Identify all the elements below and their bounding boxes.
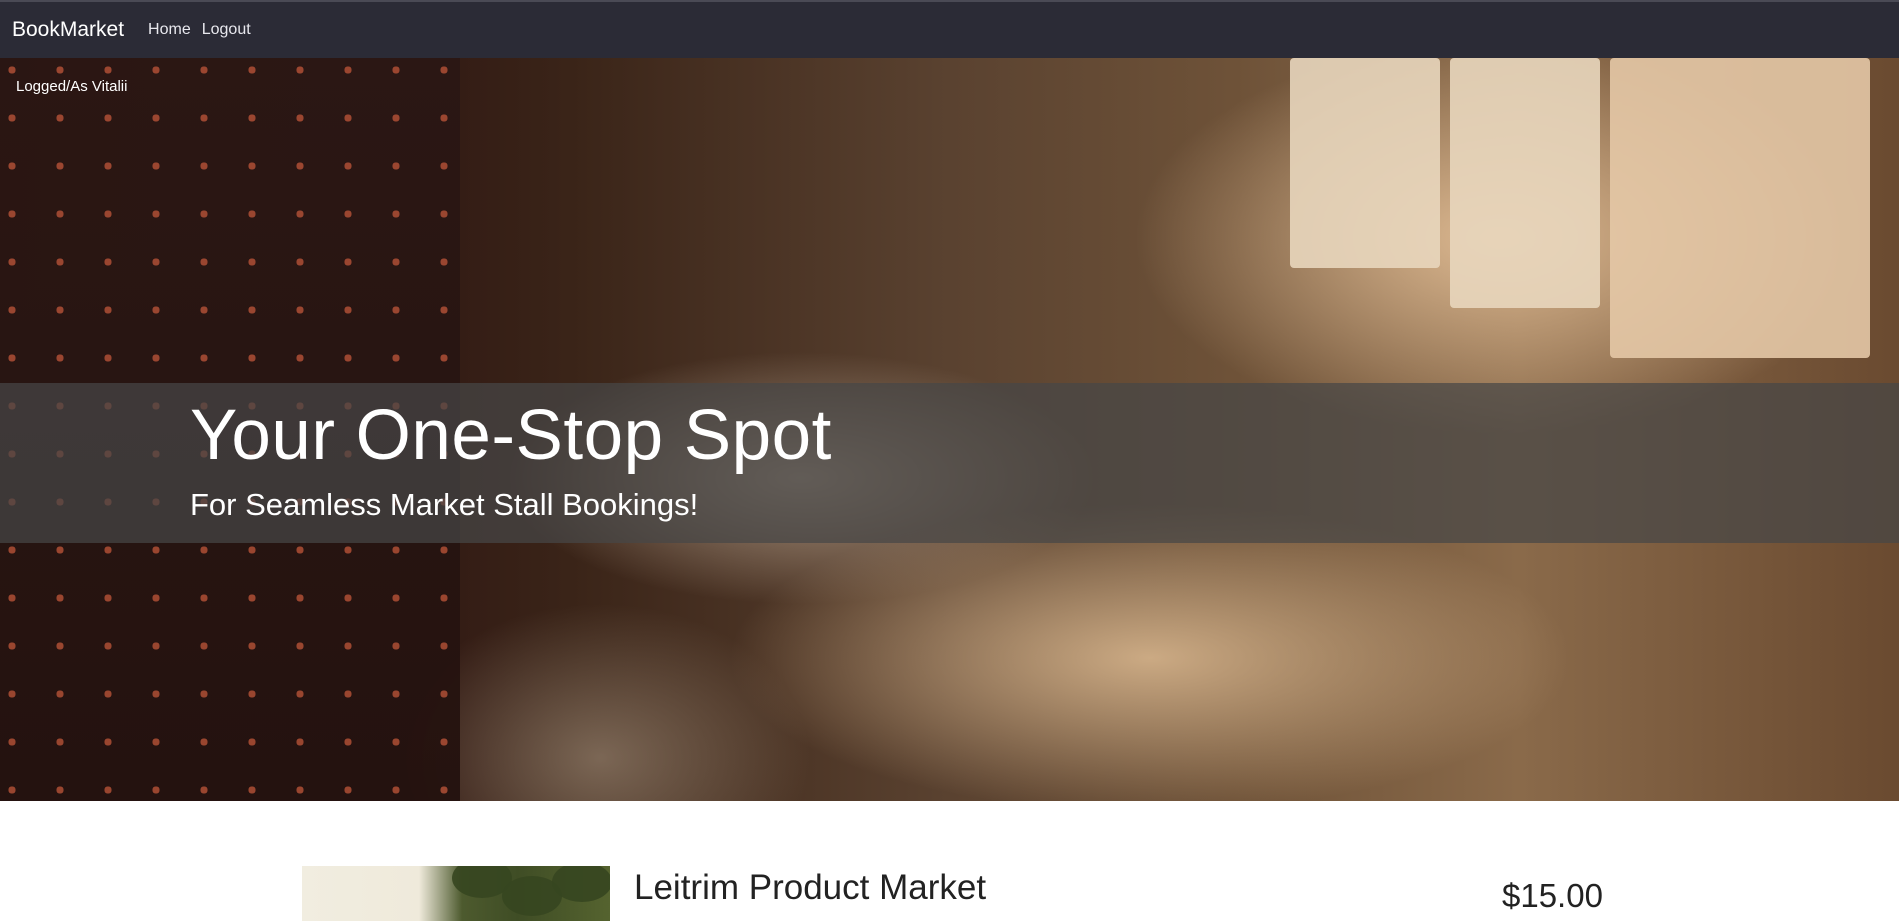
- logged-in-status: Logged/As Vitalii: [16, 78, 128, 95]
- hero-background-image: [1290, 58, 1440, 268]
- hero-background-image: [1450, 58, 1600, 308]
- top-navbar: BookMarket Home Logout: [0, 0, 1899, 58]
- market-listing-card[interactable]: Leitrim Product Market $15.00: [302, 866, 1603, 921]
- hero-banner: Your One-Stop Spot For Seamless Market S…: [0, 383, 1899, 543]
- nav-link-home[interactable]: Home: [148, 21, 191, 39]
- hero-title: Your One-Stop Spot: [190, 396, 832, 475]
- market-title[interactable]: Leitrim Product Market: [634, 868, 986, 908]
- hero-subtitle: For Seamless Market Stall Bookings!: [190, 487, 699, 522]
- brand-link[interactable]: BookMarket: [12, 18, 124, 42]
- nav-link-logout[interactable]: Logout: [202, 21, 251, 39]
- hero-section: Logged/As Vitalii Your One-Stop Spot For…: [0, 58, 1899, 801]
- market-price: $15.00: [1502, 877, 1603, 914]
- market-thumbnail: [302, 866, 610, 921]
- hero-background-image: [1610, 58, 1870, 358]
